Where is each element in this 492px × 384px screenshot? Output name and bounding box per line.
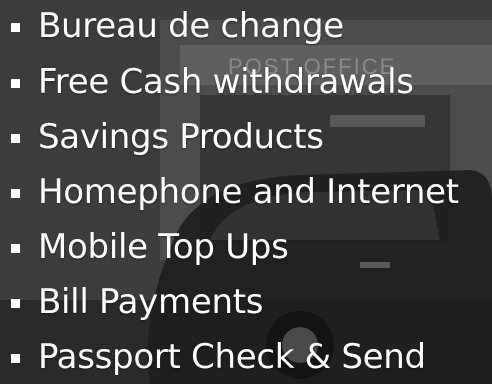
service-label: Bill Payments — [38, 282, 264, 322]
service-label: Bureau de change — [38, 6, 344, 46]
service-label: Savings Products — [38, 117, 324, 157]
list-item: Free Cash withdrawals — [0, 58, 492, 106]
service-label: Homephone and Internet — [38, 172, 459, 212]
bullet-square-icon — [11, 354, 20, 363]
bullet-square-icon — [11, 134, 20, 143]
service-label: Free Cash withdrawals — [38, 62, 414, 102]
bullet-square-icon — [11, 299, 20, 308]
list-item: Mobile Top Ups — [0, 223, 492, 271]
list-item: Savings Products — [0, 113, 492, 161]
service-label: Passport Check & Send — [38, 337, 426, 377]
list-item: Bill Payments — [0, 278, 492, 326]
bullet-square-icon — [11, 23, 20, 32]
list-item: Homephone and Internet — [0, 168, 492, 216]
list-item: Bureau de change — [0, 2, 492, 50]
bullet-square-icon — [11, 244, 20, 253]
bullet-square-icon — [11, 189, 20, 198]
service-label: Mobile Top Ups — [38, 227, 289, 267]
bullet-square-icon — [11, 79, 20, 88]
list-item: Passport Check & Send — [0, 333, 492, 381]
